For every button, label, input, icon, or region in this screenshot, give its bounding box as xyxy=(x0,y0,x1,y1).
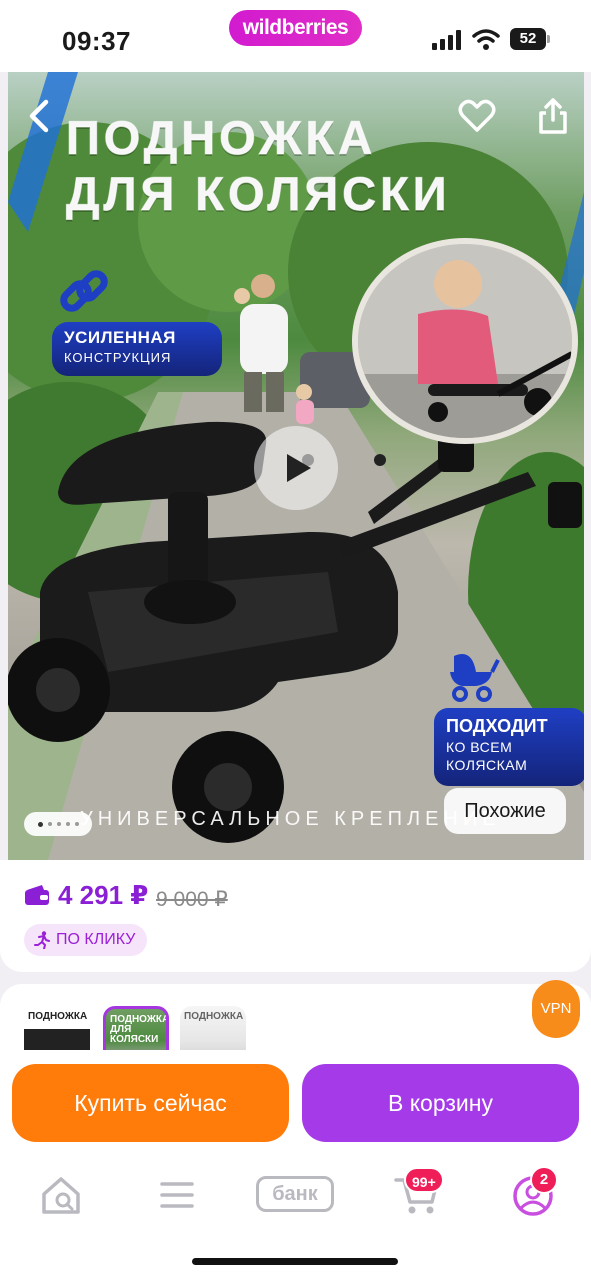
thumbnail-3-label: ПОДНОЖКА xyxy=(184,1011,244,1022)
running-icon xyxy=(34,931,50,949)
home-search-icon[interactable] xyxy=(36,1172,86,1218)
badge-reinforced-title: УСИЛЕННАЯ xyxy=(64,328,176,347)
inset-photo xyxy=(352,238,578,444)
bank-label: банк xyxy=(256,1176,334,1212)
vpn-button[interactable]: VPN xyxy=(532,980,580,1038)
action-bar: Купить сейчас В корзину xyxy=(0,1050,591,1160)
wifi-icon xyxy=(472,29,500,50)
battery-level: 52 xyxy=(510,28,546,50)
chain-icon xyxy=(60,270,108,312)
status-bar: 09:37 wildberries 52 xyxy=(0,0,591,72)
hero-title-line2: ДЛЯ КОЛЯСКИ xyxy=(66,167,451,221)
by-click-label: ПО КЛИКУ xyxy=(56,931,136,948)
buy-now-button[interactable]: Купить сейчас xyxy=(12,1064,289,1142)
home-indicator[interactable] xyxy=(192,1258,398,1265)
status-time: 09:37 xyxy=(62,26,131,56)
hero-caption: УНИВЕРСАЛЬНОЕ КРЕПЛЕНИЕ xyxy=(80,808,501,830)
back-icon[interactable] xyxy=(22,96,58,136)
bank-icon[interactable]: банк xyxy=(256,1172,334,1218)
price-card: 4 291 ₽ 9 000 ₽ ПО КЛИКУ xyxy=(0,860,591,972)
play-icon xyxy=(287,454,311,482)
stroller-icon xyxy=(450,654,500,702)
by-click-tag[interactable]: ПО КЛИКУ xyxy=(24,924,148,956)
add-to-cart-button[interactable]: В корзину xyxy=(302,1064,579,1142)
badge-reinforced-sub: КОНСТРУКЦИЯ xyxy=(64,350,172,365)
heart-icon[interactable] xyxy=(458,98,496,134)
profile-notification-badge: 2 xyxy=(530,1166,558,1194)
play-video-button[interactable] xyxy=(254,426,338,510)
battery-icon: 52 xyxy=(510,28,550,50)
badge-reinforced: УСИЛЕННАЯ КОНСТРУКЦИЯ xyxy=(52,322,222,376)
product-image-carousel[interactable]: ПОДНОЖКА ДЛЯ КОЛЯСКИ УСИЛЕННАЯ КОНСТРУКЦ… xyxy=(8,72,584,860)
badge-fits-line2: КО ВСЕМ xyxy=(446,739,513,755)
old-price: 9 000 ₽ xyxy=(156,888,228,911)
catalog-icon[interactable] xyxy=(152,1172,202,1218)
thumbnail-1-label: ПОДНОЖКА xyxy=(28,1011,88,1022)
share-icon[interactable] xyxy=(536,96,570,136)
carousel-dots[interactable] xyxy=(24,812,92,836)
current-price: 4 291 ₽ xyxy=(58,880,149,910)
cart-count-badge: 99+ xyxy=(404,1167,444,1193)
wallet-icon xyxy=(25,885,49,905)
brand-logo[interactable]: wildberries xyxy=(229,10,362,46)
similar-button[interactable]: Похожие xyxy=(444,788,566,834)
badge-fits-line3: КОЛЯСКАМ xyxy=(446,757,528,773)
thumbnail-2-label: ПОДНОЖКА ДЛЯ КОЛЯСКИ xyxy=(110,1014,169,1045)
badge-fits-title: ПОДХОДИТ xyxy=(446,716,548,736)
badge-fits-all: ПОДХОДИТ КО ВСЕМ КОЛЯСКАМ xyxy=(434,708,584,786)
signal-icon xyxy=(432,30,461,50)
